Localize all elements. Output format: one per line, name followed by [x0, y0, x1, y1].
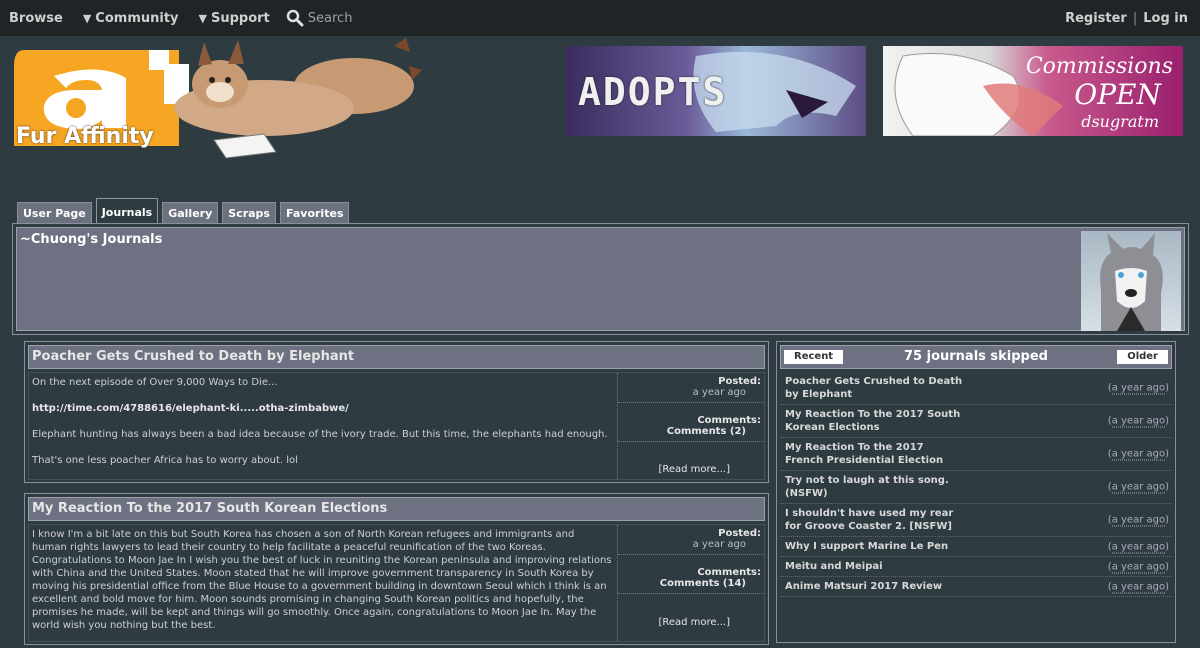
caret-down-icon: ▼	[82, 11, 92, 25]
list-item[interactable]: Anime Matsuri 2017 Review (a year ago)	[780, 577, 1172, 597]
list-item[interactable]: My Reaction To the 2017 South Korean Ele…	[780, 405, 1172, 438]
login-link[interactable]: Log in	[1143, 11, 1188, 26]
journal-paragraph: That's one less poacher Africa has to wo…	[32, 455, 298, 466]
sidebar-header: Recent 75 journals skipped Older	[780, 345, 1172, 369]
older-button[interactable]: Older	[1117, 350, 1168, 364]
comments-link[interactable]: Comments (14)	[618, 578, 764, 594]
caret-down-icon: ▼	[198, 11, 207, 25]
tab-user-page[interactable]: User Page	[17, 202, 92, 224]
journals-skipped-label: 75 journals skipped	[904, 349, 1048, 364]
journal-title[interactable]: My Reaction To the 2017 South Korean Ele…	[28, 497, 765, 521]
search-placeholder: Search	[307, 10, 353, 26]
tab-journals[interactable]: Journals	[95, 198, 159, 223]
list-item-date: (a year ago)	[1107, 415, 1169, 428]
comments-label: Comments:	[697, 567, 761, 578]
search-input[interactable]: Search	[286, 9, 353, 27]
list-item-title[interactable]: Try not to laugh at this song. (NSFW)	[785, 474, 965, 500]
nav-browse[interactable]: Browse	[9, 11, 63, 26]
comments-link[interactable]: Comments (2)	[618, 426, 764, 442]
posted-date: a year ago	[618, 539, 764, 555]
journal-title[interactable]: Poacher Gets Crushed to Death by Elephan…	[28, 345, 765, 369]
list-item-date: (a year ago)	[1107, 514, 1169, 527]
top-nav: Browse ▼ Community ▼ Support Search Regist…	[0, 0, 1200, 36]
banner-adopts[interactable]: ADOPTS	[566, 46, 866, 136]
tab-scraps[interactable]: Scraps	[222, 202, 276, 224]
banner-commissions[interactable]: Commissions OPEN dsugratm	[883, 46, 1183, 136]
list-item-date: (a year ago)	[1107, 581, 1169, 593]
list-item-date: (a year ago)	[1107, 541, 1169, 553]
list-item-title[interactable]: I shouldn't have used my rear for Groove…	[785, 507, 965, 533]
banner-adopts-text: ADOPTS	[578, 70, 728, 114]
posted-label: Posted:	[718, 376, 761, 387]
journal-entry: My Reaction To the 2017 South Korean Ele…	[24, 493, 769, 645]
list-item[interactable]: Try not to laugh at this song. (NSFW) (a …	[780, 471, 1172, 504]
user-header-inner: ~Chuong's Journals	[16, 227, 1185, 331]
nav-separator: |	[1132, 10, 1138, 26]
journal-sidebar: Recent 75 journals skipped Older Poacher…	[776, 341, 1176, 643]
list-item-title[interactable]: Meitu and Meipai	[785, 560, 1045, 573]
list-item-title[interactable]: Why I support Marine Le Pen	[785, 540, 1045, 553]
journal-entry: Poacher Gets Crushed to Death by Elephan…	[24, 341, 769, 483]
list-item-title[interactable]: My Reaction To the 2017 South Korean Ele…	[785, 408, 965, 434]
recent-button[interactable]: Recent	[784, 350, 844, 364]
list-item-title[interactable]: Poacher Gets Crushed to Death by Elephan…	[785, 375, 965, 401]
list-item-title[interactable]: Anime Matsuri 2017 Review	[785, 580, 1045, 593]
avatar[interactable]	[1081, 231, 1181, 331]
list-item[interactable]: Poacher Gets Crushed to Death by Elephan…	[780, 372, 1172, 405]
journal-text: On the next episode of Over 9,000 Ways t…	[29, 373, 615, 483]
tab-gallery[interactable]: Gallery	[162, 202, 219, 224]
nav-support[interactable]: ▼ Support	[199, 11, 270, 26]
list-item-date: (a year ago)	[1107, 448, 1169, 461]
nav-browse-label: Browse	[9, 10, 63, 26]
register-link[interactable]: Register	[1065, 11, 1127, 26]
posted-date: a year ago	[618, 387, 764, 403]
list-item[interactable]: Why I support Marine Le Pen (a year ago)	[780, 537, 1172, 557]
journal-meta: Posted: a year ago Comments: Comments (2…	[617, 373, 764, 479]
comments-label: Comments:	[697, 415, 761, 426]
list-item[interactable]: Meitu and Meipai (a year ago)	[780, 557, 1172, 577]
list-item-date: (a year ago)	[1107, 481, 1169, 494]
journal-body: On the next episode of Over 9,000 Ways t…	[28, 372, 765, 480]
banner-commissions-line3: dsugratm	[1081, 112, 1159, 131]
user-header: ~Chuong's Journals	[12, 223, 1189, 335]
read-more-link[interactable]: [Read more...]	[658, 464, 730, 475]
logo-text: Fur Affinity	[16, 124, 154, 149]
list-item[interactable]: I shouldn't have used my rear for Groove…	[780, 504, 1172, 537]
search-icon	[286, 9, 304, 27]
site-logo[interactable]: Fur Affinity	[14, 36, 424, 161]
profile-tabs: User Page Journals Gallery Scraps Favori…	[17, 198, 353, 224]
list-item[interactable]: My Reaction To the 2017 French President…	[780, 438, 1172, 471]
journal-paragraph: On the next episode of Over 9,000 Ways t…	[32, 377, 278, 388]
journal-body: I know I'm a bit late on this but South …	[28, 524, 765, 642]
list-item-title[interactable]: My Reaction To the 2017 French President…	[785, 441, 965, 467]
journal-link[interactable]: http://time.com/4788616/elephant-ki.....…	[32, 402, 612, 415]
read-more-link[interactable]: [Read more...]	[658, 617, 730, 628]
posted-label: Posted:	[718, 528, 761, 539]
nav-support-label: Support	[210, 10, 270, 26]
nav-community-label: Community	[95, 10, 179, 26]
list-item-date: (a year ago)	[1107, 561, 1169, 573]
journal-paragraph: Elephant hunting has always been a bad i…	[32, 429, 608, 440]
avatar-wolf-art	[1100, 233, 1163, 331]
journal-meta: Posted: a year ago Comments: Comments (1…	[617, 525, 764, 641]
banner-commissions-line1: Commissions	[1025, 54, 1173, 79]
nav-community[interactable]: ▼ Community	[83, 11, 179, 26]
journal-list: Poacher Gets Crushed to Death by Elephan…	[780, 372, 1172, 597]
tab-favorites[interactable]: Favorites	[279, 202, 350, 224]
journal-paragraph: I know I'm a bit late on this but South …	[32, 529, 612, 631]
list-item-date: (a year ago)	[1107, 382, 1169, 395]
banner-commissions-line2: OPEN	[1074, 78, 1161, 111]
page-title: ~Chuong's Journals	[20, 232, 163, 247]
